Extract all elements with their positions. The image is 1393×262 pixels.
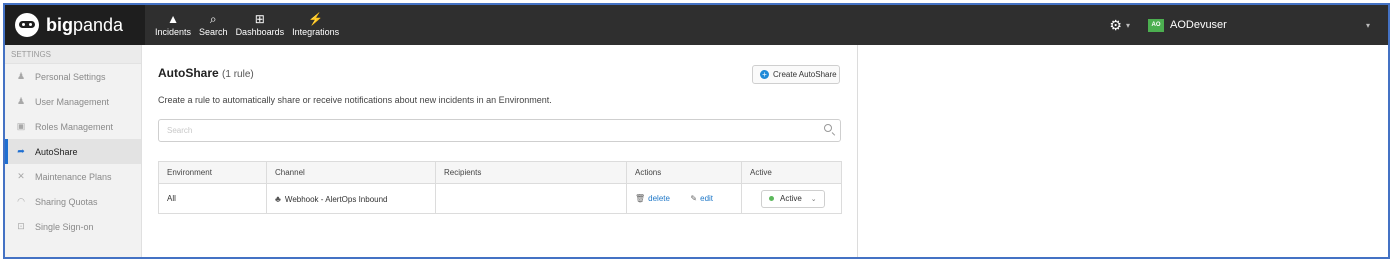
- create-autoshare-button[interactable]: + Create AutoShare: [752, 65, 840, 84]
- plug-icon: ⚡: [308, 12, 324, 26]
- edit-link[interactable]: edit: [700, 194, 713, 203]
- sidebar-item-sharing-quotas[interactable]: ◠ Sharing Quotas: [5, 189, 141, 214]
- search-input[interactable]: [159, 120, 799, 141]
- column-header[interactable]: Environment: [158, 161, 267, 184]
- rule-count: (1 rule): [222, 69, 254, 80]
- sidebar-item-label: Maintenance Plans: [35, 171, 112, 182]
- tools-icon: ✕: [17, 171, 25, 181]
- top-right-controls: ⚙ ▾ AO AODevuser ▾: [1109, 5, 1388, 45]
- main-nav: ▲ Incidents ⌕ Search ⊞ Dashboards ⚡ Inte…: [151, 5, 343, 45]
- sidebar-item-label: Single Sign-on: [35, 221, 94, 232]
- brand-name: bigpanda: [46, 15, 123, 36]
- nav-integrations-label: Integrations: [292, 27, 340, 37]
- sidebar-item-user-management[interactable]: ♟ User Management: [5, 89, 141, 114]
- nav-dashboards[interactable]: ⊞ Dashboards: [232, 5, 289, 45]
- sidebar-heading: SETTINGS: [5, 45, 141, 64]
- user-icon: ♟: [16, 71, 26, 81]
- nav-search[interactable]: ⌕ Search: [195, 5, 232, 45]
- pencil-icon: ✎: [690, 194, 698, 203]
- sidebar-item-label: User Management: [35, 96, 110, 107]
- users-icon: ♟: [16, 96, 26, 106]
- cell-environment: All: [158, 183, 267, 214]
- cell-channel: ♣ Webhook - AlertOps Inbound: [266, 183, 436, 214]
- search-icon: ⌕: [209, 12, 217, 26]
- sidebar-item-label: Personal Settings: [35, 71, 106, 82]
- sign-in-icon: ⊡: [17, 221, 25, 231]
- sidebar-item-maintenance-plans[interactable]: ✕ Maintenance Plans: [5, 164, 141, 189]
- plus-circle-icon: +: [760, 70, 769, 79]
- channel-name: Webhook - AlertOps Inbound: [284, 194, 388, 204]
- delete-link[interactable]: delete: [648, 194, 670, 203]
- lock-icon: ▣: [16, 121, 26, 131]
- status-dot: [769, 196, 774, 201]
- cell-active: Active ⌄: [741, 183, 842, 214]
- search-icon[interactable]: [824, 124, 832, 132]
- nav-incidents[interactable]: ▲ Incidents: [151, 5, 195, 45]
- settings-sidebar: SETTINGS ♟ Personal Settings ♟ User Mana…: [5, 45, 142, 257]
- table-header-row: Environment Channel Recipients Actions A…: [158, 161, 842, 184]
- brand-name-bold: big: [46, 14, 73, 35]
- top-bar: bigpanda ▲ Incidents ⌕ Search ⊞ Dashboar…: [5, 5, 1388, 45]
- status-value: Active: [780, 194, 802, 203]
- chevron-down-icon: ⌄: [810, 195, 817, 203]
- autoshare-panel: AutoShare (1 rule) + Create AutoShare Cr…: [142, 45, 858, 257]
- nav-dashboards-label: Dashboards: [235, 27, 285, 37]
- sidebar-item-autoshare[interactable]: ➦ AutoShare: [5, 139, 141, 164]
- column-header[interactable]: Recipients: [435, 161, 627, 184]
- trash-icon: 🗑: [635, 194, 646, 203]
- avatar[interactable]: AO: [1147, 18, 1164, 32]
- chevron-down-icon[interactable]: ▾: [1366, 21, 1370, 30]
- autoshare-table: Environment Channel Recipients Actions A…: [158, 161, 842, 214]
- warning-icon: ▲: [167, 12, 179, 26]
- sidebar-item-single-sign-on[interactable]: ⊡ Single Sign-on: [5, 214, 141, 239]
- app-window: bigpanda ▲ Incidents ⌕ Search ⊞ Dashboar…: [3, 3, 1390, 259]
- share-arrow-icon: ➦: [17, 146, 25, 156]
- page-description: Create a rule to automatically share or …: [158, 95, 552, 105]
- gauge-icon: ◠: [17, 196, 25, 206]
- brand-name-regular: panda: [73, 14, 124, 35]
- status-select[interactable]: Active ⌄: [761, 189, 825, 208]
- page-title: AutoShare (1 rule): [158, 66, 254, 80]
- sidebar-item-label: AutoShare: [35, 146, 78, 157]
- nav-integrations[interactable]: ⚡ Integrations: [288, 5, 343, 45]
- search-box: [158, 119, 841, 142]
- nav-search-label: Search: [199, 27, 228, 37]
- sidebar-item-label: Roles Management: [35, 121, 114, 132]
- chevron-down-icon[interactable]: ▾: [1126, 21, 1130, 30]
- brand-logo[interactable]: bigpanda: [5, 5, 145, 45]
- table-row: All ♣ Webhook - AlertOps Inbound 🗑 delete …: [158, 183, 842, 214]
- user-menu[interactable]: AODevuser: [1170, 19, 1366, 31]
- panda-logo-icon: [15, 13, 39, 37]
- column-header[interactable]: Channel: [266, 161, 436, 184]
- column-header[interactable]: Actions: [626, 161, 742, 184]
- sidebar-item-label: Sharing Quotas: [35, 196, 98, 207]
- column-header[interactable]: Active: [741, 161, 842, 184]
- create-autoshare-label: Create AutoShare: [773, 70, 837, 79]
- page-title-text: AutoShare: [158, 66, 219, 80]
- cell-recipients: [435, 183, 627, 214]
- sidebar-item-roles-management[interactable]: ▣ Roles Management: [5, 114, 141, 139]
- gear-icon[interactable]: ⚙: [1109, 17, 1122, 34]
- nav-incidents-label: Incidents: [155, 27, 192, 37]
- cell-actions: 🗑 delete ✎ edit: [626, 183, 742, 214]
- webhook-icon: ♣: [275, 193, 281, 204]
- sidebar-item-personal-settings[interactable]: ♟ Personal Settings: [5, 64, 141, 89]
- grid-icon: ⊞: [254, 12, 265, 26]
